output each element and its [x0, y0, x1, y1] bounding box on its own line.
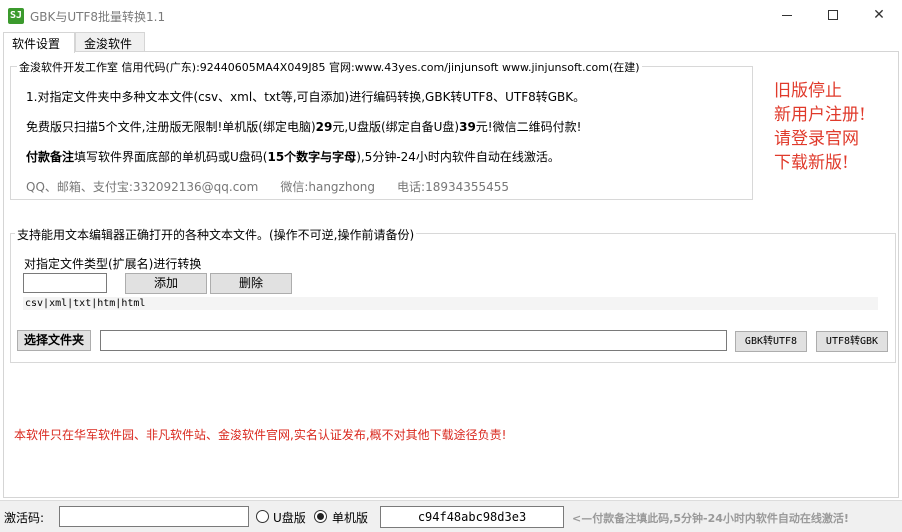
price-usb: 39 — [459, 120, 476, 134]
extension-label: 对指定文件类型(扩展名)进行转换 — [24, 257, 202, 271]
activation-label: 激活码: — [4, 511, 45, 525]
pricing-text-c: 元!微信二维码付款! — [475, 120, 582, 134]
convert-group-legend: 支持能用文本编辑器正确打开的各种文本文件。(操作不可逆,操作前请备份) — [15, 226, 417, 243]
distribution-notice: 本软件只在华军软件园、非凡软件站、金浚软件官网,实名认证发布,概不对其他下载途径… — [14, 428, 507, 442]
version-notice-line: 旧版停止 — [774, 81, 842, 101]
feature-description: 1.对指定文件夹中多种文本文件(csv、xml、txt等,可自添加)进行编码转换… — [26, 90, 586, 104]
close-icon: ✕ — [873, 7, 885, 23]
tab-settings[interactable]: 软件设置 — [3, 32, 75, 53]
payment-note-title: 付款备注 — [26, 150, 75, 164]
convert-group: 支持能用文本编辑器正确打开的各种文本文件。(操作不可逆,操作前请备份) 对指定文… — [10, 226, 896, 363]
window-title: GBK与UTF8批量转换1.1 — [30, 10, 166, 24]
maximize-button[interactable] — [810, 0, 856, 32]
payment-note-b: ),5分钟-24小时内软件自动在线激活。 — [356, 150, 560, 164]
version-notice-line: 请登录官网 — [774, 129, 859, 149]
info-group-legend: 金浚软件开发工作室 信用代码(广东):92440605MA4X049J85 官网… — [17, 59, 642, 75]
status-bar: 激活码: U盘版 单机版 c94f48abc98d3e3 <—付款备注填此码,5… — [0, 500, 902, 532]
folder-path-input[interactable] — [100, 330, 727, 351]
app-icon: SJ — [8, 8, 24, 24]
usb-version-radio[interactable] — [256, 510, 269, 523]
close-button[interactable]: ✕ — [856, 0, 902, 32]
version-notice-line: 下载新版! — [774, 153, 849, 173]
select-folder-button[interactable]: 选择文件夹 — [17, 330, 91, 351]
pricing-text-b: 元,U盘版(绑定自备U盘) — [332, 120, 460, 134]
activation-code-input[interactable] — [59, 506, 249, 527]
usb-version-label[interactable]: U盘版 — [273, 509, 306, 526]
tab-bar: 软件设置 金浚软件 — [0, 32, 902, 53]
minimize-button[interactable] — [764, 0, 810, 32]
version-notice: 旧版停止 新用户注册! 请登录官网 下载新版! — [774, 79, 894, 175]
gbk-to-utf8-button[interactable]: GBK转UTF8 — [735, 331, 807, 352]
version-notice-line: 新用户注册! — [774, 105, 866, 125]
extension-list[interactable]: csv|xml|txt|htm|html — [23, 297, 878, 310]
standalone-version-label[interactable]: 单机版 — [332, 509, 368, 526]
contact-wechat: 微信:hangzhong — [280, 180, 376, 194]
utf8-to-gbk-button[interactable]: UTF8转GBK — [816, 331, 888, 352]
contact-info: QQ、邮箱、支付宝:332092136@qq.com 微信:hangzhong 电话… — [26, 178, 531, 195]
payment-note: 付款备注填写软件界面底部的单机码或U盘码(15个数字与字母),5分钟-24小时内… — [26, 148, 560, 165]
extension-input[interactable] — [23, 273, 107, 293]
contact-phone: 电话:18934355455 — [397, 180, 510, 194]
pricing-text-a: 免费版只扫描5个文件,注册版无限制!单机版(绑定电脑) — [26, 120, 316, 134]
price-standalone: 29 — [315, 120, 333, 134]
maximize-icon — [828, 10, 838, 20]
tab-jinjun-software[interactable]: 金浚软件 — [75, 32, 145, 52]
standalone-version-radio[interactable] — [314, 510, 327, 523]
payment-note-chars: 15个数字与字母 — [267, 150, 357, 164]
delete-extension-button[interactable]: 删除 — [210, 273, 292, 294]
info-group: 金浚软件开发工作室 信用代码(广东):92440605MA4X049J85 官网… — [10, 59, 753, 200]
title-bar: SJ GBK与UTF8批量转换1.1 ✕ — [0, 0, 902, 32]
machine-code[interactable]: c94f48abc98d3e3 — [380, 506, 564, 528]
payment-hint: <—付款备注填此码,5分钟-24小时内软件自动在线激活! — [572, 512, 849, 525]
payment-note-a: 填写软件界面底部的单机码或U盘码( — [74, 150, 268, 164]
settings-panel: 金浚软件开发工作室 信用代码(广东):92440605MA4X049J85 官网… — [3, 51, 899, 498]
pricing-text: 免费版只扫描5个文件,注册版无限制!单机版(绑定电脑)29元,U盘版(绑定自备U… — [26, 118, 581, 135]
contact-qq: QQ、邮箱、支付宝:332092136@qq.com — [26, 180, 259, 194]
add-extension-button[interactable]: 添加 — [125, 273, 207, 294]
minimize-icon — [782, 14, 792, 16]
